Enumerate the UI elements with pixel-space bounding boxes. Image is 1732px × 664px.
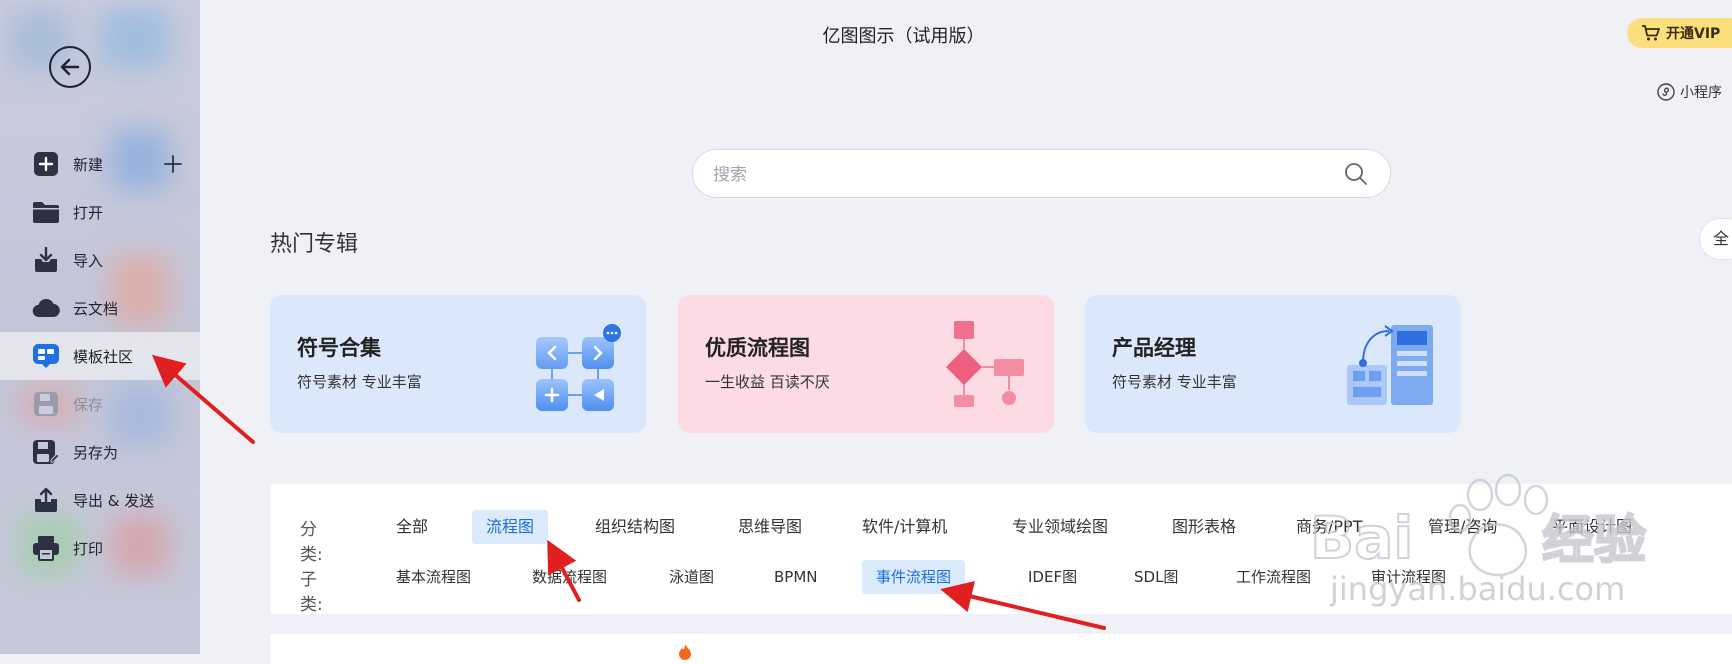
sidebar-item-new[interactable]: 新建 bbox=[0, 140, 200, 188]
category-tag[interactable]: 思维导图 bbox=[724, 510, 816, 544]
sidebar-item-open[interactable]: 打开 bbox=[0, 188, 200, 236]
category-tag[interactable]: 平面设计图 bbox=[1538, 510, 1646, 544]
subcategory-tag-selected[interactable]: 事件流程图 bbox=[862, 560, 966, 594]
sidebar-item-label: 另存为 bbox=[73, 443, 119, 462]
window-title-text: 亿图图示（试用版） bbox=[822, 26, 985, 47]
card-subtitle: 一生收益 百读不厌 bbox=[705, 373, 830, 391]
cart-icon bbox=[1642, 25, 1660, 41]
sidebar-item-label: 模板社区 bbox=[73, 347, 134, 366]
subcategory-tag[interactable]: 数据流程图 bbox=[518, 560, 621, 594]
category-tag[interactable]: 全部 bbox=[382, 510, 442, 544]
category-filter-panel: 分类: 全部 流程图 组织结构图 思维导图 软件/计算机 专业领域绘图 图形表格… bbox=[270, 484, 1732, 615]
cloud-icon bbox=[32, 294, 60, 322]
mini-program-link[interactable]: 小程序 bbox=[1657, 82, 1722, 102]
card-title: 符号合集 bbox=[297, 336, 381, 360]
view-all-button[interactable]: 全 bbox=[1699, 218, 1732, 260]
sidebar-item-cloud-docs[interactable]: 云文档 bbox=[0, 284, 200, 332]
back-button[interactable] bbox=[49, 46, 91, 88]
card-title: 产品经理 bbox=[1112, 336, 1196, 360]
category-tag[interactable]: 组织结构图 bbox=[581, 510, 689, 544]
flame-icon bbox=[679, 644, 691, 660]
sidebar-menu: 新建 打开 导入 云文档 模板社区 保存 另存为 导出 & 发送 打印 bbox=[0, 140, 200, 572]
plus-icon[interactable] bbox=[162, 153, 184, 175]
category-tag[interactable]: 图形表格 bbox=[1158, 510, 1250, 544]
sidebar-item-label: 打开 bbox=[73, 203, 104, 222]
sidebar-item-label: 导出 & 发送 bbox=[73, 491, 155, 510]
template-list-area bbox=[270, 634, 1732, 664]
vip-label: 开通VIP bbox=[1666, 26, 1721, 42]
folder-icon bbox=[32, 198, 60, 226]
subcategory-tag[interactable]: BPMN bbox=[760, 560, 832, 594]
category-tag[interactable]: 软件/计算机 bbox=[848, 510, 961, 544]
sidebar-item-template-community[interactable]: 模板社区 bbox=[0, 332, 200, 380]
sidebar-item-save-as[interactable]: 另存为 bbox=[0, 428, 200, 476]
flowchart-illustration bbox=[946, 321, 1024, 407]
card-subtitle: 符号素材 专业丰富 bbox=[1112, 373, 1237, 391]
subcategory-tag[interactable]: 基本流程图 bbox=[382, 560, 485, 594]
save-icon bbox=[32, 390, 60, 418]
album-card-flowchart[interactable]: 优质流程图 一生收益 百读不厌 bbox=[678, 295, 1054, 433]
subcategory-tag[interactable]: SDL图 bbox=[1120, 560, 1192, 594]
sidebar-item-import[interactable]: 导入 bbox=[0, 236, 200, 284]
symbol-collection-illustration bbox=[536, 324, 621, 411]
category-tag[interactable]: 专业领域绘图 bbox=[998, 510, 1122, 544]
category-tag[interactable]: 商务/PPT bbox=[1282, 510, 1376, 544]
plus-square-icon bbox=[32, 150, 60, 178]
sidebar-item-label: 新建 bbox=[73, 155, 104, 174]
subcategory-tag[interactable]: 泳道图 bbox=[655, 560, 728, 594]
card-subtitle: 符号素材 专业丰富 bbox=[297, 373, 422, 391]
window-title: 亿图图示（试用版） bbox=[0, 22, 1732, 48]
subcategory-tag[interactable]: IDEF图 bbox=[1014, 560, 1091, 594]
subcategory-label: 子类: bbox=[300, 570, 323, 615]
printer-icon bbox=[32, 534, 60, 562]
search-input[interactable] bbox=[711, 150, 1315, 199]
sidebar-item-label: 云文档 bbox=[73, 299, 119, 318]
mini-program-label: 小程序 bbox=[1680, 85, 1722, 101]
sidebar-item-print[interactable]: 打印 bbox=[0, 524, 200, 572]
export-icon bbox=[32, 486, 60, 514]
category-label: 分类: bbox=[300, 520, 323, 565]
save-as-icon bbox=[32, 438, 60, 466]
sidebar-item-label: 导入 bbox=[73, 251, 104, 270]
arrow-left-icon bbox=[60, 58, 80, 76]
template-community-icon bbox=[32, 342, 60, 370]
album-card-symbols[interactable]: 符号合集 符号素材 专业丰富 bbox=[270, 295, 646, 433]
subcategory-tag[interactable]: 审计流程图 bbox=[1357, 560, 1460, 594]
product-manager-illustration bbox=[1347, 325, 1433, 405]
album-card-product-manager[interactable]: 产品经理 符号素材 专业丰富 bbox=[1085, 295, 1461, 433]
vip-button[interactable]: 开通VIP bbox=[1627, 18, 1732, 48]
section-title: 热门专辑 bbox=[270, 232, 359, 257]
sidebar: 新建 打开 导入 云文档 模板社区 保存 另存为 导出 & 发送 打印 bbox=[0, 0, 200, 654]
sidebar-item-label: 保存 bbox=[73, 395, 104, 414]
category-tag-selected[interactable]: 流程图 bbox=[472, 510, 549, 544]
sidebar-item-save[interactable]: 保存 bbox=[0, 380, 200, 428]
sidebar-item-export-send[interactable]: 导出 & 发送 bbox=[0, 476, 200, 524]
category-tag[interactable]: 管理/咨询 bbox=[1414, 510, 1511, 544]
import-icon bbox=[32, 246, 60, 274]
card-title: 优质流程图 bbox=[705, 336, 810, 360]
sidebar-item-label: 打印 bbox=[73, 539, 104, 558]
search-box bbox=[692, 149, 1391, 199]
subcategory-tag[interactable]: 工作流程图 bbox=[1222, 560, 1325, 594]
mini-program-icon bbox=[1657, 83, 1675, 101]
search-icon[interactable] bbox=[1344, 162, 1368, 186]
